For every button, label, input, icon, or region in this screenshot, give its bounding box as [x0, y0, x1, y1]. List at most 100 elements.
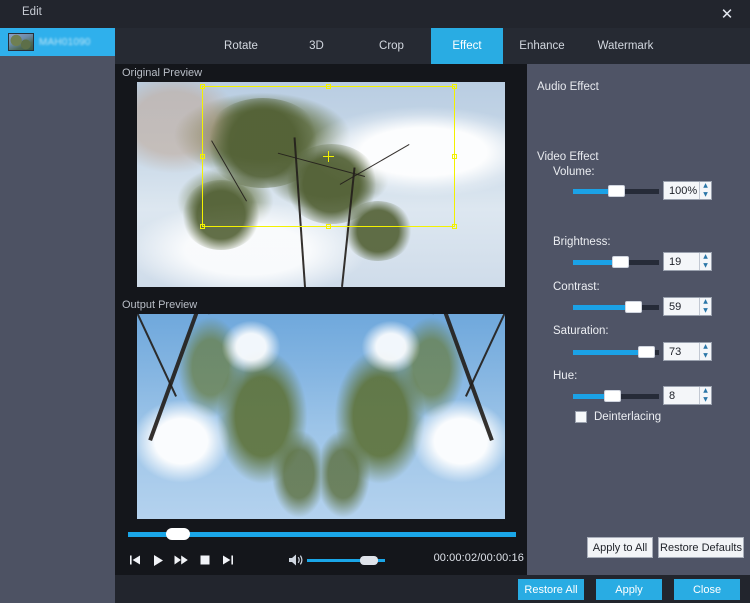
apply-button[interactable]: Apply [596, 579, 662, 600]
close-icon[interactable]: ✕ [712, 3, 742, 25]
seek-bar[interactable] [128, 528, 516, 540]
playback-controls: 00:00:02/00:00:16 [115, 546, 527, 576]
tab-3d[interactable]: 3D [281, 28, 352, 64]
contrast-fill [573, 305, 634, 310]
crop-handle-bottom-right[interactable] [452, 224, 457, 229]
apply-to-all-label: Apply to All [592, 541, 648, 554]
hue-spinner-down-icon[interactable]: ▼ [700, 396, 711, 405]
saturation-spinner-arrows[interactable]: ▲ ▼ [699, 343, 711, 360]
brightness-value: 19 [669, 255, 682, 268]
output-preview-frame-right [321, 314, 505, 519]
apply-label: Apply [615, 583, 643, 596]
close-label: Close [692, 583, 722, 596]
tab-crop-label: Crop [379, 40, 404, 52]
crop-selection-rectangle[interactable] [200, 84, 457, 229]
sidebar: MAH01090 [0, 28, 115, 603]
audio-effect-group-title: Audio Effect [537, 81, 599, 93]
tab-crop[interactable]: Crop [352, 28, 431, 64]
volume-spinner-up-icon[interactable]: ▲ [700, 182, 711, 191]
contrast-label: Contrast: [553, 281, 600, 293]
volume-effect-slider[interactable] [573, 185, 659, 197]
edit-window: Edit ✕ MAH01090 Rotate 3D Crop Effect En… [0, 0, 750, 603]
volume-slider[interactable] [307, 556, 385, 565]
contrast-spinner-down-icon[interactable]: ▼ [700, 307, 711, 316]
saturation-thumb[interactable] [638, 346, 656, 358]
stop-icon[interactable] [195, 550, 215, 570]
contrast-spinner-arrows[interactable]: ▲ ▼ [699, 298, 711, 315]
saturation-value: 73 [669, 345, 682, 358]
preview-area: Original Preview Output Preview [115, 64, 527, 603]
seek-thumb[interactable] [166, 528, 191, 540]
output-preview-frame-left [137, 314, 321, 519]
speaker-icon[interactable] [288, 553, 304, 567]
saturation-slider[interactable] [573, 346, 659, 358]
sidebar-item-video[interactable]: MAH01090 [0, 28, 115, 56]
timecode: 00:00:02/00:00:16 [433, 552, 524, 564]
bottom-bar-left-filler [115, 575, 527, 603]
brightness-spinner-up-icon[interactable]: ▲ [700, 253, 711, 262]
volume-effect-thumb[interactable] [608, 185, 625, 197]
crop-handle-top-left[interactable] [200, 84, 205, 89]
contrast-spinner-up-icon[interactable]: ▲ [700, 298, 711, 307]
crop-handle-bottom-middle[interactable] [325, 224, 331, 229]
hue-slider[interactable] [573, 390, 659, 402]
fast-forward-icon[interactable] [171, 550, 191, 570]
output-preview-label: Output Preview [122, 299, 198, 311]
contrast-spinner[interactable]: 59 ▲ ▼ [663, 297, 712, 316]
skip-to-start-icon[interactable] [125, 550, 145, 570]
play-icon[interactable] [148, 550, 168, 570]
original-preview-video[interactable] [137, 82, 505, 287]
saturation-label: Saturation: [553, 325, 609, 337]
hue-spinner-up-icon[interactable]: ▲ [700, 387, 711, 396]
volume-spinner-arrows[interactable]: ▲ ▼ [699, 182, 711, 199]
tab-rotate[interactable]: Rotate [201, 28, 281, 64]
hue-spinner-arrows[interactable]: ▲ ▼ [699, 387, 711, 404]
hue-value: 8 [669, 389, 676, 402]
crop-handle-bottom-left[interactable] [200, 224, 205, 229]
tab-watermark[interactable]: Watermark [581, 28, 670, 64]
tab-enhance[interactable]: Enhance [503, 28, 581, 64]
apply-to-all-button[interactable]: Apply to All [587, 537, 653, 558]
effect-settings-panel: Audio Effect Video Effect Volume: 100% ▲… [527, 64, 750, 575]
crop-handle-middle-left[interactable] [200, 153, 205, 159]
contrast-thumb[interactable] [625, 301, 643, 313]
brightness-slider[interactable] [573, 256, 659, 268]
brightness-thumb[interactable] [612, 256, 630, 268]
tab-enhance-label: Enhance [519, 40, 565, 52]
crop-handle-middle-right[interactable] [452, 153, 457, 159]
brightness-spinner-arrows[interactable]: ▲ ▼ [699, 253, 711, 270]
contrast-slider[interactable] [573, 301, 659, 313]
volume-thumb[interactable] [360, 556, 379, 565]
restore-defaults-button[interactable]: Restore Defaults [658, 537, 744, 558]
deinterlacing-checkbox-row[interactable]: Deinterlacing [575, 411, 661, 423]
close-button[interactable]: Close [674, 579, 740, 600]
window-title: Edit [22, 6, 42, 18]
tab-effect[interactable]: Effect [431, 28, 503, 64]
crop-center-crosshair-icon[interactable] [322, 150, 334, 162]
tab-rotate-label: Rotate [224, 40, 258, 52]
brightness-spinner-down-icon[interactable]: ▼ [700, 262, 711, 271]
contrast-value: 59 [669, 300, 682, 313]
tab-3d-label: 3D [309, 40, 324, 52]
title-bar: Edit ✕ [0, 0, 750, 28]
deinterlacing-checkbox[interactable] [575, 411, 587, 423]
hue-thumb[interactable] [603, 390, 621, 402]
saturation-spinner[interactable]: 73 ▲ ▼ [663, 342, 712, 361]
crop-handle-top-right[interactable] [452, 84, 457, 89]
output-preview-video[interactable] [137, 314, 505, 519]
brightness-label: Brightness: [553, 236, 611, 248]
brightness-spinner[interactable]: 19 ▲ ▼ [663, 252, 712, 271]
saturation-spinner-up-icon[interactable]: ▲ [700, 343, 711, 352]
volume-value: 100% [669, 184, 698, 197]
saturation-spinner-down-icon[interactable]: ▼ [700, 352, 711, 361]
volume-spinner[interactable]: 100% ▲ ▼ [663, 181, 712, 200]
restore-defaults-label: Restore Defaults [660, 541, 742, 554]
deinterlacing-label: Deinterlacing [594, 411, 662, 423]
hue-spinner[interactable]: 8 ▲ ▼ [663, 386, 712, 405]
tab-bar: Rotate 3D Crop Effect Enhance Watermark [115, 28, 750, 64]
crop-handle-top-middle[interactable] [325, 84, 331, 89]
volume-spinner-down-icon[interactable]: ▼ [700, 191, 711, 200]
restore-all-button[interactable]: Restore All [518, 579, 584, 600]
skip-to-end-icon[interactable] [218, 550, 238, 570]
restore-all-label: Restore All [524, 583, 578, 596]
